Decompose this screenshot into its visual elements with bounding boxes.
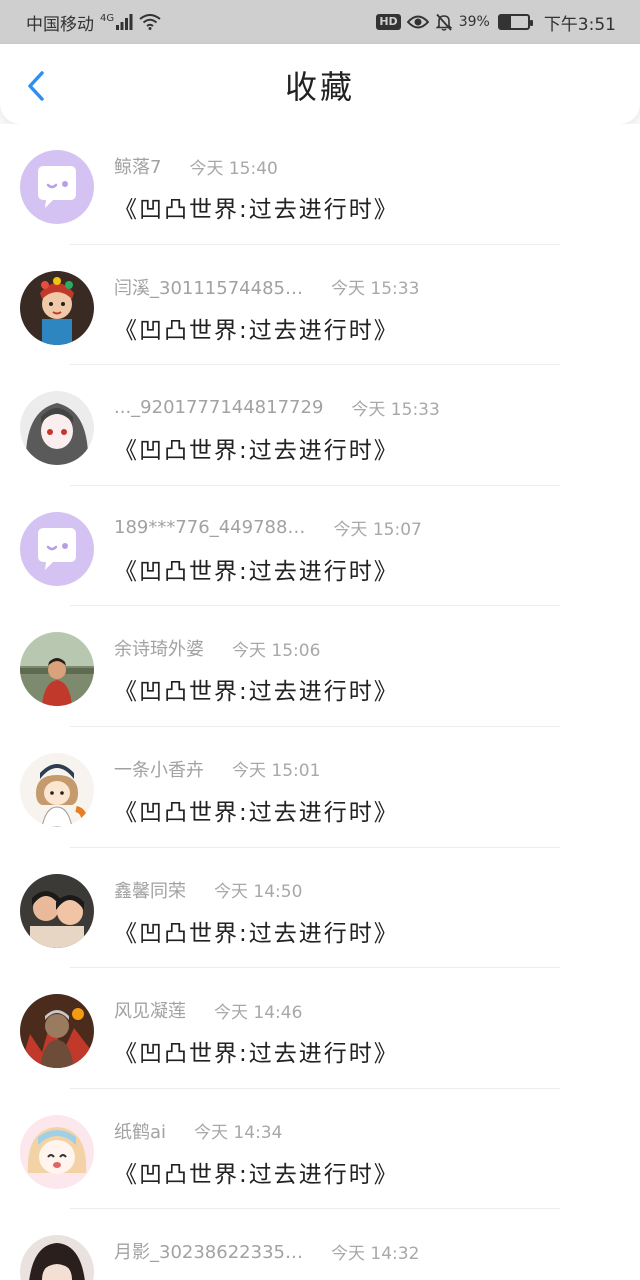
- clock: 下午3:51: [543, 14, 616, 35]
- list-item[interactable]: 余诗琦外婆 今天 15:06 《凹凸世界:过去进行时》: [0, 606, 640, 727]
- wifi-icon: [139, 14, 161, 30]
- signal-icon: 4G: [100, 12, 133, 30]
- timestamp: 今天 15:06: [232, 640, 321, 661]
- user-name[interactable]: 余诗琦外婆: [114, 635, 204, 661]
- item-text: 风见凝莲 今天 14:46 《凹凸世界:过去进行时》: [114, 994, 399, 1068]
- meta-row: ..._9201777144817729 今天 15:33: [114, 393, 440, 421]
- list-item[interactable]: 一条小香卉 今天 15:01 《凹凸世界:过去进行时》: [0, 727, 640, 848]
- meta-row: 鲸落7 今天 15:40: [114, 152, 399, 180]
- favorite-title[interactable]: 《凹凸世界:过去进行时》: [114, 552, 422, 586]
- battery-level: [499, 16, 511, 28]
- user-name[interactable]: ..._9201777144817729: [114, 397, 323, 418]
- meta-row: 月影_30238622335… 今天 14:32: [114, 1237, 419, 1265]
- list-item[interactable]: 鲸落7 今天 15:40 《凹凸世界:过去进行时》: [0, 124, 640, 245]
- back-button[interactable]: [16, 66, 56, 106]
- eye-icon: [406, 14, 429, 30]
- item-text: 纸鹤ai 今天 14:34 《凹凸世界:过去进行时》: [114, 1115, 399, 1189]
- favorite-title[interactable]: 《凹凸世界:过去进行时》: [114, 311, 419, 345]
- timestamp: 今天 15:01: [232, 761, 321, 782]
- mute-bell-icon: [435, 13, 453, 31]
- list-item[interactable]: 鑫馨同荣 今天 14:50 《凹凸世界:过去进行时》: [0, 848, 640, 969]
- meta-row: 风见凝莲 今天 14:46: [114, 996, 399, 1024]
- list-item[interactable]: 闫溪_30111574485… 今天 15:33 《凹凸世界:过去进行时》: [0, 245, 640, 366]
- item-text: 月影_30238622335… 今天 14:32: [114, 1235, 419, 1275]
- avatar[interactable]: [20, 632, 94, 707]
- chevron-left-icon: [28, 71, 44, 101]
- list-item[interactable]: ..._9201777144817729 今天 15:33 《凹凸世界:过去进行时》: [0, 365, 640, 486]
- timestamp: 今天 14:46: [214, 1002, 303, 1023]
- meta-row: 余诗琦外婆 今天 15:06: [114, 634, 399, 662]
- user-name[interactable]: 一条小香卉: [114, 756, 204, 782]
- timestamp: 今天 15:40: [189, 158, 278, 179]
- list-item[interactable]: 风见凝莲 今天 14:46 《凹凸世界:过去进行时》: [0, 968, 640, 1089]
- item-text: 鑫馨同荣 今天 14:50 《凹凸世界:过去进行时》: [114, 874, 399, 948]
- avatar[interactable]: [20, 1235, 94, 1280]
- user-name[interactable]: 鑫馨同荣: [114, 877, 186, 903]
- item-text: 189***776_449788… 今天 15:07 《凹凸世界:过去进行时》: [114, 512, 422, 586]
- status-bar: 中国移动 4G HD 39% 下午3:51: [0, 0, 640, 44]
- item-text: 一条小香卉 今天 15:01 《凹凸世界:过去进行时》: [114, 753, 399, 827]
- timestamp: 今天 14:32: [330, 1243, 420, 1264]
- favorite-title[interactable]: 《凹凸世界:过去进行时》: [114, 1155, 399, 1189]
- user-name[interactable]: 闫溪_30111574485…: [114, 274, 303, 300]
- favorite-title[interactable]: 《凹凸世界:过去进行时》: [114, 431, 440, 465]
- timestamp: 今天 15:07: [333, 520, 422, 541]
- avatar[interactable]: [20, 511, 94, 586]
- header: 收藏: [0, 44, 640, 124]
- avatar[interactable]: [20, 391, 94, 466]
- favorite-title[interactable]: 《凹凸世界:过去进行时》: [114, 1034, 399, 1068]
- carrier-label: 中国移动: [26, 14, 94, 35]
- item-text: 余诗琦外婆 今天 15:06 《凹凸世界:过去进行时》: [114, 632, 399, 706]
- meta-row: 闫溪_30111574485… 今天 15:33: [114, 273, 419, 301]
- list-item[interactable]: 月影_30238622335… 今天 14:32: [0, 1209, 640, 1280]
- user-name[interactable]: 纸鹤ai: [114, 1118, 166, 1144]
- timestamp: 今天 15:33: [330, 279, 420, 300]
- meta-row: 189***776_449788… 今天 15:07: [114, 514, 422, 542]
- battery-icon: [497, 14, 533, 30]
- favorites-list: 鲸落7 今天 15:40 《凹凸世界:过去进行时》 闫溪_30111574485… 今天…: [0, 124, 640, 1280]
- favorite-title[interactable]: 《凹凸世界:过去进行时》: [114, 914, 399, 948]
- favorite-title[interactable]: 《凹凸世界:过去进行时》: [114, 672, 399, 706]
- page-title: 收藏: [284, 68, 355, 106]
- avatar[interactable]: [20, 752, 94, 827]
- item-text: 鲸落7 今天 15:40 《凹凸世界:过去进行时》: [114, 150, 399, 224]
- list-item[interactable]: 189***776_449788… 今天 15:07 《凹凸世界:过去进行时》: [0, 486, 640, 607]
- list-item[interactable]: 纸鹤ai 今天 14:34 《凹凸世界:过去进行时》: [0, 1089, 640, 1210]
- avatar[interactable]: [20, 150, 94, 224]
- network-type-label: 4G: [100, 12, 115, 24]
- avatar[interactable]: [20, 994, 94, 1069]
- item-text: 闫溪_30111574485… 今天 15:33 《凹凸世界:过去进行时》: [114, 271, 419, 345]
- timestamp: 今天 15:33: [351, 399, 440, 420]
- battery-percent: 39%: [458, 14, 490, 30]
- user-name[interactable]: 月影_30238622335…: [114, 1238, 303, 1264]
- timestamp: 今天 14:50: [214, 882, 303, 903]
- user-name[interactable]: 风见凝莲: [114, 997, 186, 1023]
- meta-row: 鑫馨同荣 今天 14:50: [114, 876, 399, 904]
- avatar[interactable]: [20, 270, 94, 345]
- avatar[interactable]: [20, 1114, 94, 1189]
- hd-badge: HD: [376, 14, 401, 30]
- user-name[interactable]: 鲸落7: [114, 153, 161, 179]
- meta-row: 纸鹤ai 今天 14:34: [114, 1117, 399, 1145]
- timestamp: 今天 14:34: [194, 1123, 283, 1144]
- user-name[interactable]: 189***776_449788…: [114, 517, 305, 538]
- favorite-title[interactable]: 《凹凸世界:过去进行时》: [114, 793, 399, 827]
- avatar[interactable]: [20, 873, 94, 948]
- favorite-title[interactable]: 《凹凸世界:过去进行时》: [114, 190, 399, 224]
- item-text: ..._9201777144817729 今天 15:33 《凹凸世界:过去进行时》: [114, 391, 440, 465]
- meta-row: 一条小香卉 今天 15:01: [114, 755, 399, 783]
